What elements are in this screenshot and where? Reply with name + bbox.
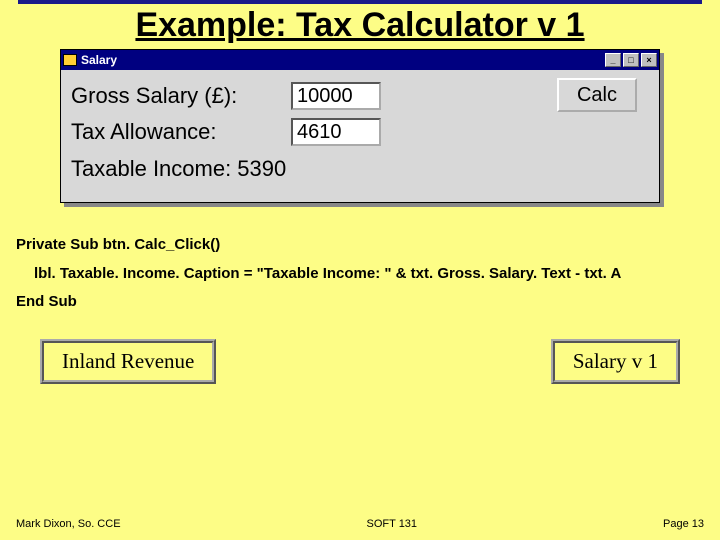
footer-author: Mark Dixon, So. CCE	[16, 518, 121, 530]
calc-button[interactable]: Calc	[557, 78, 637, 112]
code-line: End Sub	[16, 288, 704, 317]
header-rule	[18, 0, 702, 4]
window-body: Calc Gross Salary (£): Tax Allowance: Ta…	[61, 70, 659, 202]
footer-page: Page 13	[663, 518, 704, 530]
window-title: Salary	[81, 53, 117, 67]
salary-window: Salary _ □ × Calc Gross Salary (£): Tax …	[60, 49, 660, 203]
minimize-button[interactable]: _	[605, 53, 621, 67]
gross-salary-input[interactable]	[291, 82, 381, 110]
tax-allowance-label: Tax Allowance:	[71, 119, 291, 145]
close-button[interactable]: ×	[641, 53, 657, 67]
page-title: Example: Tax Calculator v 1	[0, 6, 720, 45]
gross-salary-label: Gross Salary (£):	[71, 83, 291, 109]
salary-v1-button[interactable]: Salary v 1	[551, 339, 680, 384]
code-block: Private Sub btn. Calc_Click() lbl. Taxab…	[16, 231, 704, 317]
window-titlebar: Salary _ □ ×	[61, 50, 659, 70]
form-icon	[63, 54, 77, 66]
footer-course: SOFT 131	[121, 518, 663, 530]
code-line: lbl. Taxable. Income. Caption = "Taxable…	[16, 260, 704, 289]
inland-revenue-button[interactable]: Inland Revenue	[40, 339, 216, 384]
tax-allowance-input[interactable]	[291, 118, 381, 146]
footer: Mark Dixon, So. CCE SOFT 131 Page 13	[0, 518, 720, 530]
maximize-button[interactable]: □	[623, 53, 639, 67]
link-row: Inland Revenue Salary v 1	[40, 339, 680, 384]
taxable-income-label: Taxable Income: 5390	[71, 156, 649, 182]
code-line: Private Sub btn. Calc_Click()	[16, 231, 704, 260]
